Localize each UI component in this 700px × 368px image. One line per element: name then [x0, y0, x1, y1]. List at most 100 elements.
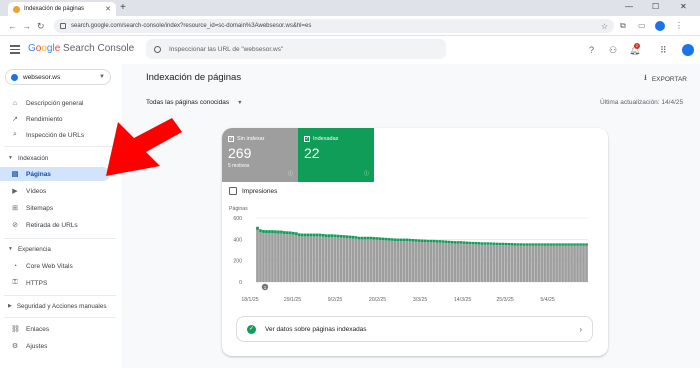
minimize-button[interactable]: —: [625, 2, 633, 11]
bar-indexed: [513, 243, 517, 246]
bar-indexed: [414, 239, 418, 242]
url-inspection-search[interactable]: Inspeccionar las URL de "websesor.ws": [146, 39, 446, 59]
bar-indexed: [256, 226, 259, 230]
bar-indexed: [363, 236, 367, 240]
bar-not-indexed: [351, 238, 355, 282]
profile-avatar[interactable]: [655, 21, 665, 31]
bar-indexed: [390, 238, 394, 241]
bar-indexed: [345, 235, 349, 239]
bar-indexed: [576, 243, 579, 246]
sidebar-item-links[interactable]: ⛓ Enlaces: [0, 322, 110, 336]
bar-indexed: [567, 243, 570, 246]
sidebar-divider: [4, 146, 116, 147]
bookmark-star-icon[interactable]: ☆: [601, 22, 608, 31]
tab-close-icon[interactable]: ✕: [105, 5, 111, 13]
y-tick-label: 400: [233, 237, 242, 243]
account-avatar[interactable]: [682, 44, 694, 56]
bar-not-indexed: [280, 233, 283, 282]
checkbox-checked-icon: ✓: [228, 136, 234, 142]
bar-indexed: [396, 238, 400, 242]
extensions-icon[interactable]: ⧉: [620, 20, 626, 32]
bar-not-indexed: [450, 243, 454, 282]
not-indexed-tile[interactable]: ✓ Sin indexar 269 5 motivos ⓘ: [222, 128, 298, 182]
export-button[interactable]: ⭳ EXPORTAR: [644, 72, 687, 86]
bar-not-indexed: [301, 236, 304, 282]
speed-icon: ◔: [12, 262, 18, 270]
sidebar-item-performance[interactable]: ↗ Rendimiento: [0, 112, 110, 126]
main-menu-icon[interactable]: [10, 45, 20, 54]
impressions-toggle[interactable]: Impresiones: [229, 187, 277, 195]
bar-indexed: [444, 240, 448, 243]
pages-filter-dropdown[interactable]: Todas las páginas conocidas ▼: [146, 99, 243, 106]
dropdown-arrow-icon: ▼: [237, 99, 243, 106]
y-tick-label: 0: [239, 280, 242, 286]
address-bar[interactable]: search.google.com/search-console/index?r…: [54, 19, 614, 33]
browser-tabstrip: Indexación de páginas ✕ + — ☐ ✕: [0, 0, 700, 16]
sidebar-item-url-inspection[interactable]: ⌕ Inspección de URLs: [0, 128, 110, 142]
bar-not-indexed: [537, 245, 540, 282]
menu-kebab-icon[interactable]: ⋮: [675, 20, 683, 32]
bar-indexed: [519, 243, 523, 246]
bar-not-indexed: [289, 234, 292, 282]
browser-tab[interactable]: Indexación de páginas ✕: [8, 2, 116, 16]
sidebar-item-settings[interactable]: ⚙ Ajustes: [0, 339, 110, 353]
help-icon[interactable]: ?: [589, 44, 594, 56]
section-experience[interactable]: ▼ Experiencia: [0, 243, 122, 255]
bar-indexed: [318, 233, 322, 237]
users-icon[interactable]: ⚇: [609, 44, 617, 56]
sidebar-item-core-web-vitals[interactable]: ◔ Core Web Vitals: [0, 259, 110, 273]
indexed-tile[interactable]: ✓ Indexadas 22 ⓘ: [298, 128, 374, 182]
apps-grid-icon[interactable]: ⠿: [660, 44, 667, 56]
sidebar-item-https[interactable]: ⚿ HTTPS: [0, 276, 110, 290]
bar-indexed: [378, 237, 382, 240]
bar-not-indexed: [504, 245, 508, 282]
indexed-count: 22: [304, 145, 320, 161]
section-security[interactable]: ▶ Seguridad y Acciones manuales: [0, 300, 122, 312]
property-selector[interactable]: websesor.ws ▼: [5, 69, 111, 85]
removal-icon: ⊘: [12, 222, 18, 229]
reload-icon[interactable]: ↻: [37, 20, 45, 32]
bar-indexed: [432, 239, 436, 243]
bar-indexed: [450, 240, 454, 244]
bar-indexed: [462, 241, 466, 244]
sidebar-item-overview[interactable]: ⌂ Descripción general: [0, 96, 110, 110]
bar-indexed: [459, 241, 463, 244]
bar-not-indexed: [384, 240, 388, 282]
bar-not-indexed: [327, 236, 331, 282]
video-icon: ▶: [12, 188, 18, 195]
x-tick-label: 14/3/25: [454, 297, 471, 303]
back-icon[interactable]: ←: [8, 20, 17, 32]
tab-search-icon[interactable]: ▭: [638, 20, 646, 32]
bar-not-indexed: [513, 245, 517, 282]
info-icon[interactable]: ⓘ: [288, 170, 293, 177]
search-console-logo[interactable]: Google Search Console: [28, 43, 134, 54]
sidebar-item-removals[interactable]: ⊘ Retirada de URLs: [0, 218, 110, 232]
sidebar-item-sitemaps[interactable]: ⊞ Sitemaps: [0, 201, 110, 215]
new-tab-button[interactable]: +: [120, 2, 126, 14]
maximize-button[interactable]: ☐: [652, 2, 659, 11]
bar-indexed: [280, 230, 283, 234]
url-text: search.google.com/search-console/index?r…: [71, 23, 312, 29]
info-icon[interactable]: ⓘ: [364, 170, 369, 177]
bar-not-indexed: [360, 239, 364, 282]
x-tick-label: 20/2/25: [369, 297, 386, 303]
bar-indexed: [528, 243, 532, 246]
sidebar-item-videos[interactable]: ▶ Vídeos: [0, 184, 110, 198]
bar-not-indexed: [268, 233, 271, 282]
indexed-pages-link[interactable]: ✓ Ver datos sobre páginas indexadas ›: [236, 316, 593, 342]
sidebar-item-pages[interactable]: ▤ Páginas: [0, 167, 110, 181]
site-info-icon[interactable]: [60, 23, 66, 29]
forward-icon[interactable]: →: [22, 20, 31, 32]
bar-not-indexed: [453, 243, 457, 282]
pages-chart: Páginas 600 400 200 0 1 18/1/25 29/1/25 9/2/25 20…: [222, 202, 608, 306]
checkbox-checked-icon: ✓: [304, 136, 310, 142]
bar-not-indexed: [468, 244, 472, 282]
bar-not-indexed: [378, 239, 382, 282]
x-tick-label: 3/3/25: [413, 297, 428, 303]
bar-indexed: [298, 233, 301, 237]
bar-not-indexed: [342, 237, 346, 282]
sidebar: websesor.ws ▼ ⌂ Descripción general ↗ Rend…: [0, 64, 122, 368]
bar-indexed: [372, 236, 376, 240]
window-close-button[interactable]: ✕: [680, 2, 687, 11]
bar-indexed: [579, 243, 582, 246]
